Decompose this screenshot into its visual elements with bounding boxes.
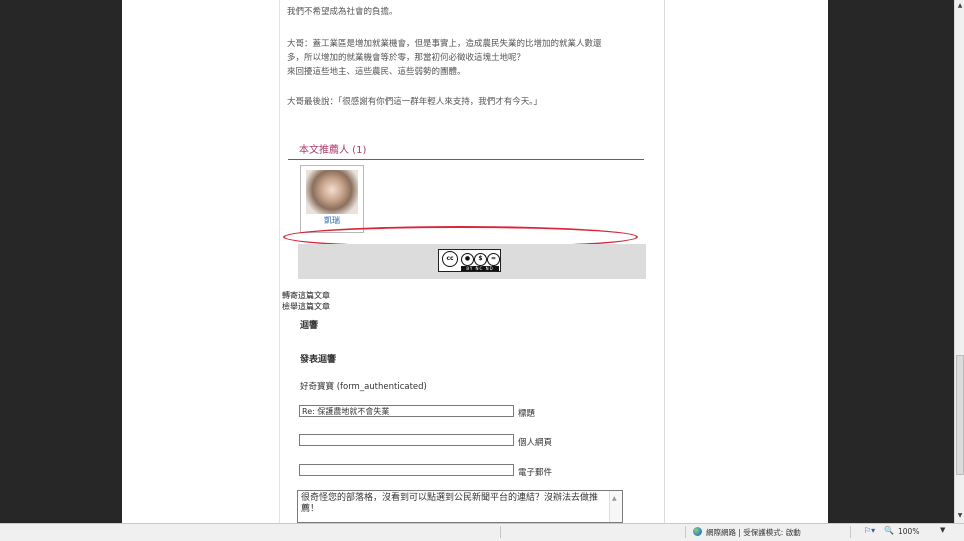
zoom-level[interactable]: 100% xyxy=(898,527,919,536)
recommenders-title: 本文推薦人 (1) xyxy=(299,145,367,156)
article-line: 來回擾這些地主、這些農民、這些弱勢的團體。 xyxy=(287,67,466,77)
article-line: 大哥：蓋工業區是增加就業機會，但是事實上，造成農民失業的比增加的就業人數還 xyxy=(287,39,602,49)
scroll-up-icon[interactable]: ▲ xyxy=(612,493,617,504)
internet-zone-globe-icon xyxy=(693,527,702,536)
comment-text: 很奇怪您的部落格，沒看到可以點選到公民新聞平台的連結？沒辦法去做推薦！ xyxy=(301,493,599,514)
post-response-heading: 發表迴響 xyxy=(300,355,337,365)
license-strip: BY NC ND xyxy=(461,266,499,271)
creative-commons-badge[interactable]: cc ● $ = BY NC ND xyxy=(438,249,501,272)
comment-textarea[interactable]: 很奇怪您的部落格，沒看到可以點選到公民新聞平台的連結？沒辦法去做推薦！ ▲ xyxy=(297,490,623,523)
vertical-scrollbar[interactable]: ▲ ▼ xyxy=(954,0,964,523)
recommenders-divider xyxy=(288,159,644,160)
textarea-scrollbar[interactable]: ▲ xyxy=(609,491,622,522)
attribution-icon: ● xyxy=(461,253,474,266)
homepage-label: 個人網頁 xyxy=(518,438,553,448)
recommender-name-link[interactable]: 凱瑞 xyxy=(301,215,363,226)
article-line: 多，所以增加的就業機會等於零，那當初何必徵收這塊土地呢？ xyxy=(287,53,526,63)
page-background-left xyxy=(0,0,122,523)
scroll-up-arrow-icon[interactable]: ▲ xyxy=(955,2,964,9)
status-divider xyxy=(500,526,501,538)
zoom-magnifier-icon[interactable]: 🔍 xyxy=(884,526,894,535)
status-divider xyxy=(685,526,686,538)
zoom-dropdown-icon[interactable]: ▼ xyxy=(940,526,945,534)
status-bar: 網際網路 | 受保護模式: 啟動 ⚐▾ 🔍 100% ▼ xyxy=(0,523,964,541)
noncommercial-icon: $ xyxy=(474,253,487,266)
scroll-down-arrow-icon[interactable]: ▼ xyxy=(955,512,964,519)
email-label: 電子郵件 xyxy=(518,468,553,478)
scrollbar-thumb[interactable] xyxy=(956,355,964,475)
avatar[interactable] xyxy=(306,170,358,214)
article-line: 大哥最後說：「很感謝有你們這一群年輕人來支持，我們才有今天。」 xyxy=(287,97,543,107)
status-divider xyxy=(850,526,851,538)
form-user-label: 好奇寶寶 (form_authenticated) xyxy=(300,382,427,392)
responses-heading: 迴響 xyxy=(300,321,319,331)
page-background-right xyxy=(828,0,954,523)
forward-article-link[interactable]: 轉寄這篇文章 xyxy=(282,290,330,301)
title-field[interactable] xyxy=(299,405,514,417)
security-zone-text[interactable]: 網際網路 | 受保護模式: 啟動 xyxy=(706,527,801,538)
protected-mode-icon[interactable]: ⚐▾ xyxy=(864,526,875,535)
license-bar: cc ● $ = BY NC ND xyxy=(298,244,646,279)
title-label: 標題 xyxy=(518,409,536,419)
cc-icon: cc xyxy=(442,251,458,267)
email-field[interactable] xyxy=(299,464,514,476)
report-article-link[interactable]: 檢舉這篇文章 xyxy=(282,301,330,312)
recommender-card[interactable]: 凱瑞 xyxy=(300,165,364,233)
noderivatives-icon: = xyxy=(487,253,500,266)
homepage-field[interactable] xyxy=(299,434,514,446)
article-line: 我們不希望成為社會的負擔。 xyxy=(287,7,398,17)
